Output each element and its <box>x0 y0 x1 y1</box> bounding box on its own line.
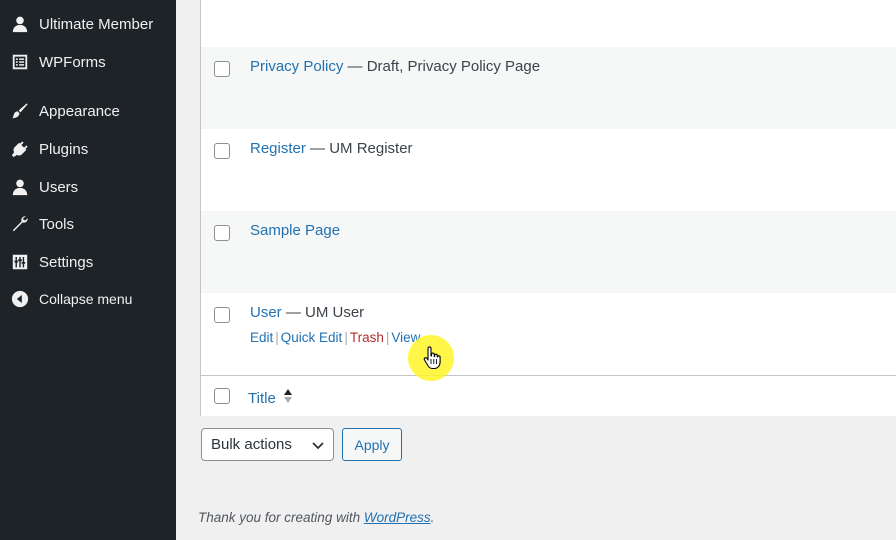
paintbrush-icon <box>10 101 30 121</box>
table-row: Privacy Policy — Draft, Privacy Policy P… <box>201 47 896 129</box>
sidebar-item-label: Plugins <box>39 140 89 158</box>
plugin-icon <box>10 139 30 159</box>
page-state: — UM Register <box>305 140 413 157</box>
row-checkbox[interactable] <box>214 61 230 77</box>
sidebar-item-wpforms[interactable]: WPForms <box>0 45 176 79</box>
table-row <box>201 0 896 47</box>
collapse-arrow-icon <box>10 289 30 309</box>
user-icon <box>10 14 30 34</box>
table-row: User — UM User Edit | Quick Edit | Trash | Vie… <box>201 293 896 375</box>
table-footer-header: Title <box>201 375 896 416</box>
row-title: Sample Page <box>250 222 340 239</box>
page-title-link[interactable]: Register <box>250 140 306 157</box>
separator: | <box>344 330 348 345</box>
page-title-link[interactable]: User <box>250 304 282 321</box>
trash-link[interactable]: Trash <box>350 330 384 345</box>
page-title-link[interactable]: Sample Page <box>250 222 340 239</box>
collapse-menu-label: Collapse menu <box>39 291 133 307</box>
sidebar-item-tools[interactable]: Tools <box>0 207 176 241</box>
separator: | <box>385 330 390 345</box>
sidebar-item-appearance[interactable]: Appearance <box>0 94 176 128</box>
hand-cursor-icon <box>423 346 441 373</box>
page-state: — UM User <box>281 304 365 321</box>
separator: | <box>275 330 279 345</box>
sidebar-item-label: Users <box>39 178 79 196</box>
edit-link[interactable]: Edit <box>250 330 273 345</box>
form-icon <box>10 52 30 72</box>
footer-period: . <box>430 510 435 525</box>
collapse-menu-button[interactable]: Collapse menu <box>0 282 176 316</box>
page-title-link[interactable]: Privacy Policy <box>250 58 343 75</box>
row-actions: Edit | Quick Edit | Trash | View <box>250 330 420 345</box>
row-title: Register — UM Register <box>250 140 413 157</box>
bulk-actions-value: Bulk actions <box>211 436 292 453</box>
settings-icon <box>10 252 30 272</box>
row-checkbox[interactable] <box>214 307 230 323</box>
table-row: Sample Page <box>201 211 896 293</box>
admin-sidebar: Ultimate Member WPForms Appearance Plugi… <box>0 0 176 540</box>
wordpress-link[interactable]: WordPress <box>364 510 431 525</box>
sidebar-item-settings[interactable]: Settings <box>0 245 176 279</box>
admin-footer-text: Thank you for creating with WordPress. <box>198 510 434 525</box>
select-all-checkbox[interactable] <box>214 388 230 404</box>
pages-list-table: Privacy Policy — Draft, Privacy Policy P… <box>200 0 896 416</box>
page-state: — Draft, Privacy Policy Page <box>343 58 541 75</box>
row-checkbox[interactable] <box>214 143 230 159</box>
row-title: User — UM User <box>250 304 364 321</box>
row-checkbox[interactable] <box>214 225 230 241</box>
sidebar-item-label: Settings <box>39 253 94 271</box>
sidebar-item-users[interactable]: Users <box>0 170 176 204</box>
sidebar-item-plugins[interactable]: Plugins <box>0 132 176 166</box>
sort-arrows-icon <box>283 388 293 408</box>
sidebar-item-label: Ultimate Member <box>39 15 154 33</box>
row-title: Privacy Policy — Draft, Privacy Policy P… <box>250 58 540 75</box>
table-row: Register — UM Register <box>201 129 896 211</box>
bulk-actions-select[interactable]: Bulk actions <box>201 428 334 461</box>
sidebar-item-label: WPForms <box>39 53 106 71</box>
quick-edit-link[interactable]: Quick Edit <box>281 330 343 345</box>
title-column-sort[interactable]: Title <box>248 388 293 408</box>
chevron-down-icon <box>311 439 325 456</box>
sidebar-item-ultimate-member[interactable]: Ultimate Member <box>0 7 176 41</box>
wrench-icon <box>10 214 30 234</box>
sidebar-item-label: Tools <box>39 215 75 233</box>
footer-thanks: Thank you for creating with <box>198 510 364 525</box>
apply-button[interactable]: Apply <box>342 428 402 461</box>
title-column-label: Title <box>248 389 276 407</box>
user-icon <box>10 177 30 197</box>
sidebar-item-label: Appearance <box>39 102 120 120</box>
